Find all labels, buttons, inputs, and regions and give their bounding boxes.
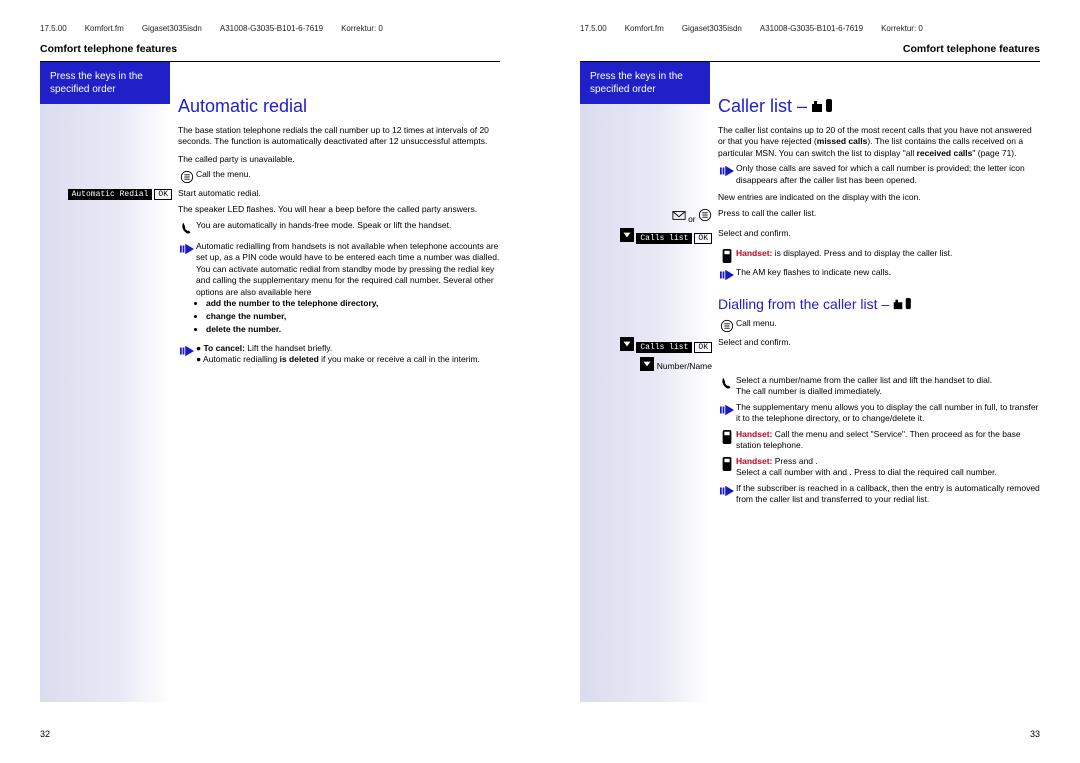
menu-key-icon [720, 319, 734, 333]
note-saved: Only those calls are saved for which a c… [718, 163, 1040, 186]
sidebar-hint: Press the keys in the specified order [580, 62, 710, 104]
page-number-right: 33 [1030, 729, 1040, 739]
note-arrow-icon [720, 164, 734, 178]
step-number-name: Number/Name [718, 357, 1040, 371]
note-arrow-icon [720, 403, 734, 417]
unavailable-text: The called party is unavailable. [178, 154, 500, 165]
ok-box: OK [154, 189, 172, 200]
page-spread: 17.5.00 Komfort.fm Gigaset3035isdn A3100… [0, 0, 1080, 763]
note-arrow-icon [720, 484, 734, 498]
meta-docnum: A31008-G3035-B101-6-7619 [220, 24, 323, 33]
note-block-2: ● To cancel: Lift the handset briefly. ●… [178, 343, 500, 366]
options-list: add the number to the telephone director… [196, 298, 500, 336]
step-calls-list: Calls listOK Select and confirm. [718, 228, 1040, 244]
down-arrow-icon [640, 357, 654, 371]
content-left: Automatic redial The base station teleph… [170, 62, 500, 702]
note-amkey: The AM key flashes to indicate new calls… [718, 267, 1040, 282]
content-right: Caller list – The caller list contains u… [710, 62, 1040, 702]
handset-device-icon [720, 249, 734, 263]
note-arrow-icon [720, 268, 734, 282]
menu-calls-list: Calls list [636, 233, 692, 244]
meta-korr: Korrektur: 0 [341, 24, 383, 33]
heading-automatic-redial: Automatic redial [178, 96, 500, 117]
intro-text: The base station telephone redials the c… [178, 125, 500, 148]
page-left: 17.5.00 Komfort.fm Gigaset3035isdn A3100… [0, 0, 540, 763]
note-block-1: Automatic redialling from handsets is no… [178, 241, 500, 337]
step-calls-list-2: Calls listOK Select and confirm. [718, 337, 1040, 353]
meta-product: Gigaset3035isdn [142, 24, 202, 33]
meta-date: 17.5.00 [40, 24, 67, 33]
section-header-right: Comfort telephone features [580, 43, 1040, 55]
section-header-left: Comfort telephone features [40, 43, 500, 55]
down-arrow-icon [620, 228, 634, 242]
note-callback: If the subscriber is reached in a callba… [718, 483, 1040, 506]
menu-key-icon [698, 208, 712, 222]
step-call-menu-2: Call menu. [718, 318, 1040, 333]
step-start-redial: Automatic RedialOK Start automatic redia… [178, 188, 500, 200]
heading-dialling: Dialling from the caller list – [718, 296, 1040, 312]
page-number-left: 32 [40, 729, 50, 739]
down-arrow-icon [620, 337, 634, 351]
step-lift-handset: Select a number/name from the caller lis… [718, 375, 1040, 398]
handset-display: Handset: is displayed. Press and to disp… [718, 248, 1040, 263]
step-handsfree: You are automatically in hands-free mode… [178, 220, 500, 235]
heading-caller-list: Caller list – [718, 96, 1040, 117]
speaker-text: The speaker LED flashes. You will hear a… [178, 204, 500, 215]
base-handset-icon [812, 99, 836, 113]
header-meta-right: 17.5.00 Komfort.fm Gigaset3035isdn A3100… [580, 24, 1040, 33]
sidebar-hint: Press the keys in the specified order [40, 62, 170, 104]
sidebar-left: Press the keys in the specified order [40, 62, 170, 702]
handset-icon [720, 376, 734, 390]
handset-device-icon [720, 457, 734, 471]
handset-device-icon [720, 430, 734, 444]
menu-automatic-redial: Automatic Redial [68, 189, 153, 200]
base-handset-icon [893, 298, 915, 310]
sidebar-right: Press the keys in the specified order [580, 62, 710, 702]
mail-key-icon [672, 208, 686, 222]
new-entries-text: New entries are indicated on the display… [718, 192, 1040, 203]
step-press-call: or Press to call the caller list. [718, 208, 1040, 224]
meta-file: Komfort.fm [85, 24, 124, 33]
handset-press: Handset: Press and . Select a call numbe… [718, 456, 1040, 479]
handset-service: Handset: Call the menu and select "Servi… [718, 429, 1040, 452]
handset-icon [180, 221, 194, 235]
page-right: 17.5.00 Komfort.fm Gigaset3035isdn A3100… [540, 0, 1080, 763]
caller-intro: The caller list contains up to 20 of the… [718, 125, 1040, 159]
menu-key-icon [180, 170, 194, 184]
note-arrow-icon [180, 344, 194, 358]
note-suppl: The supplementary menu allows you to dis… [718, 402, 1040, 425]
note-arrow-icon [180, 242, 194, 256]
step-call-menu: Call the menu. [178, 169, 500, 184]
header-meta-left: 17.5.00 Komfort.fm Gigaset3035isdn A3100… [40, 24, 500, 33]
